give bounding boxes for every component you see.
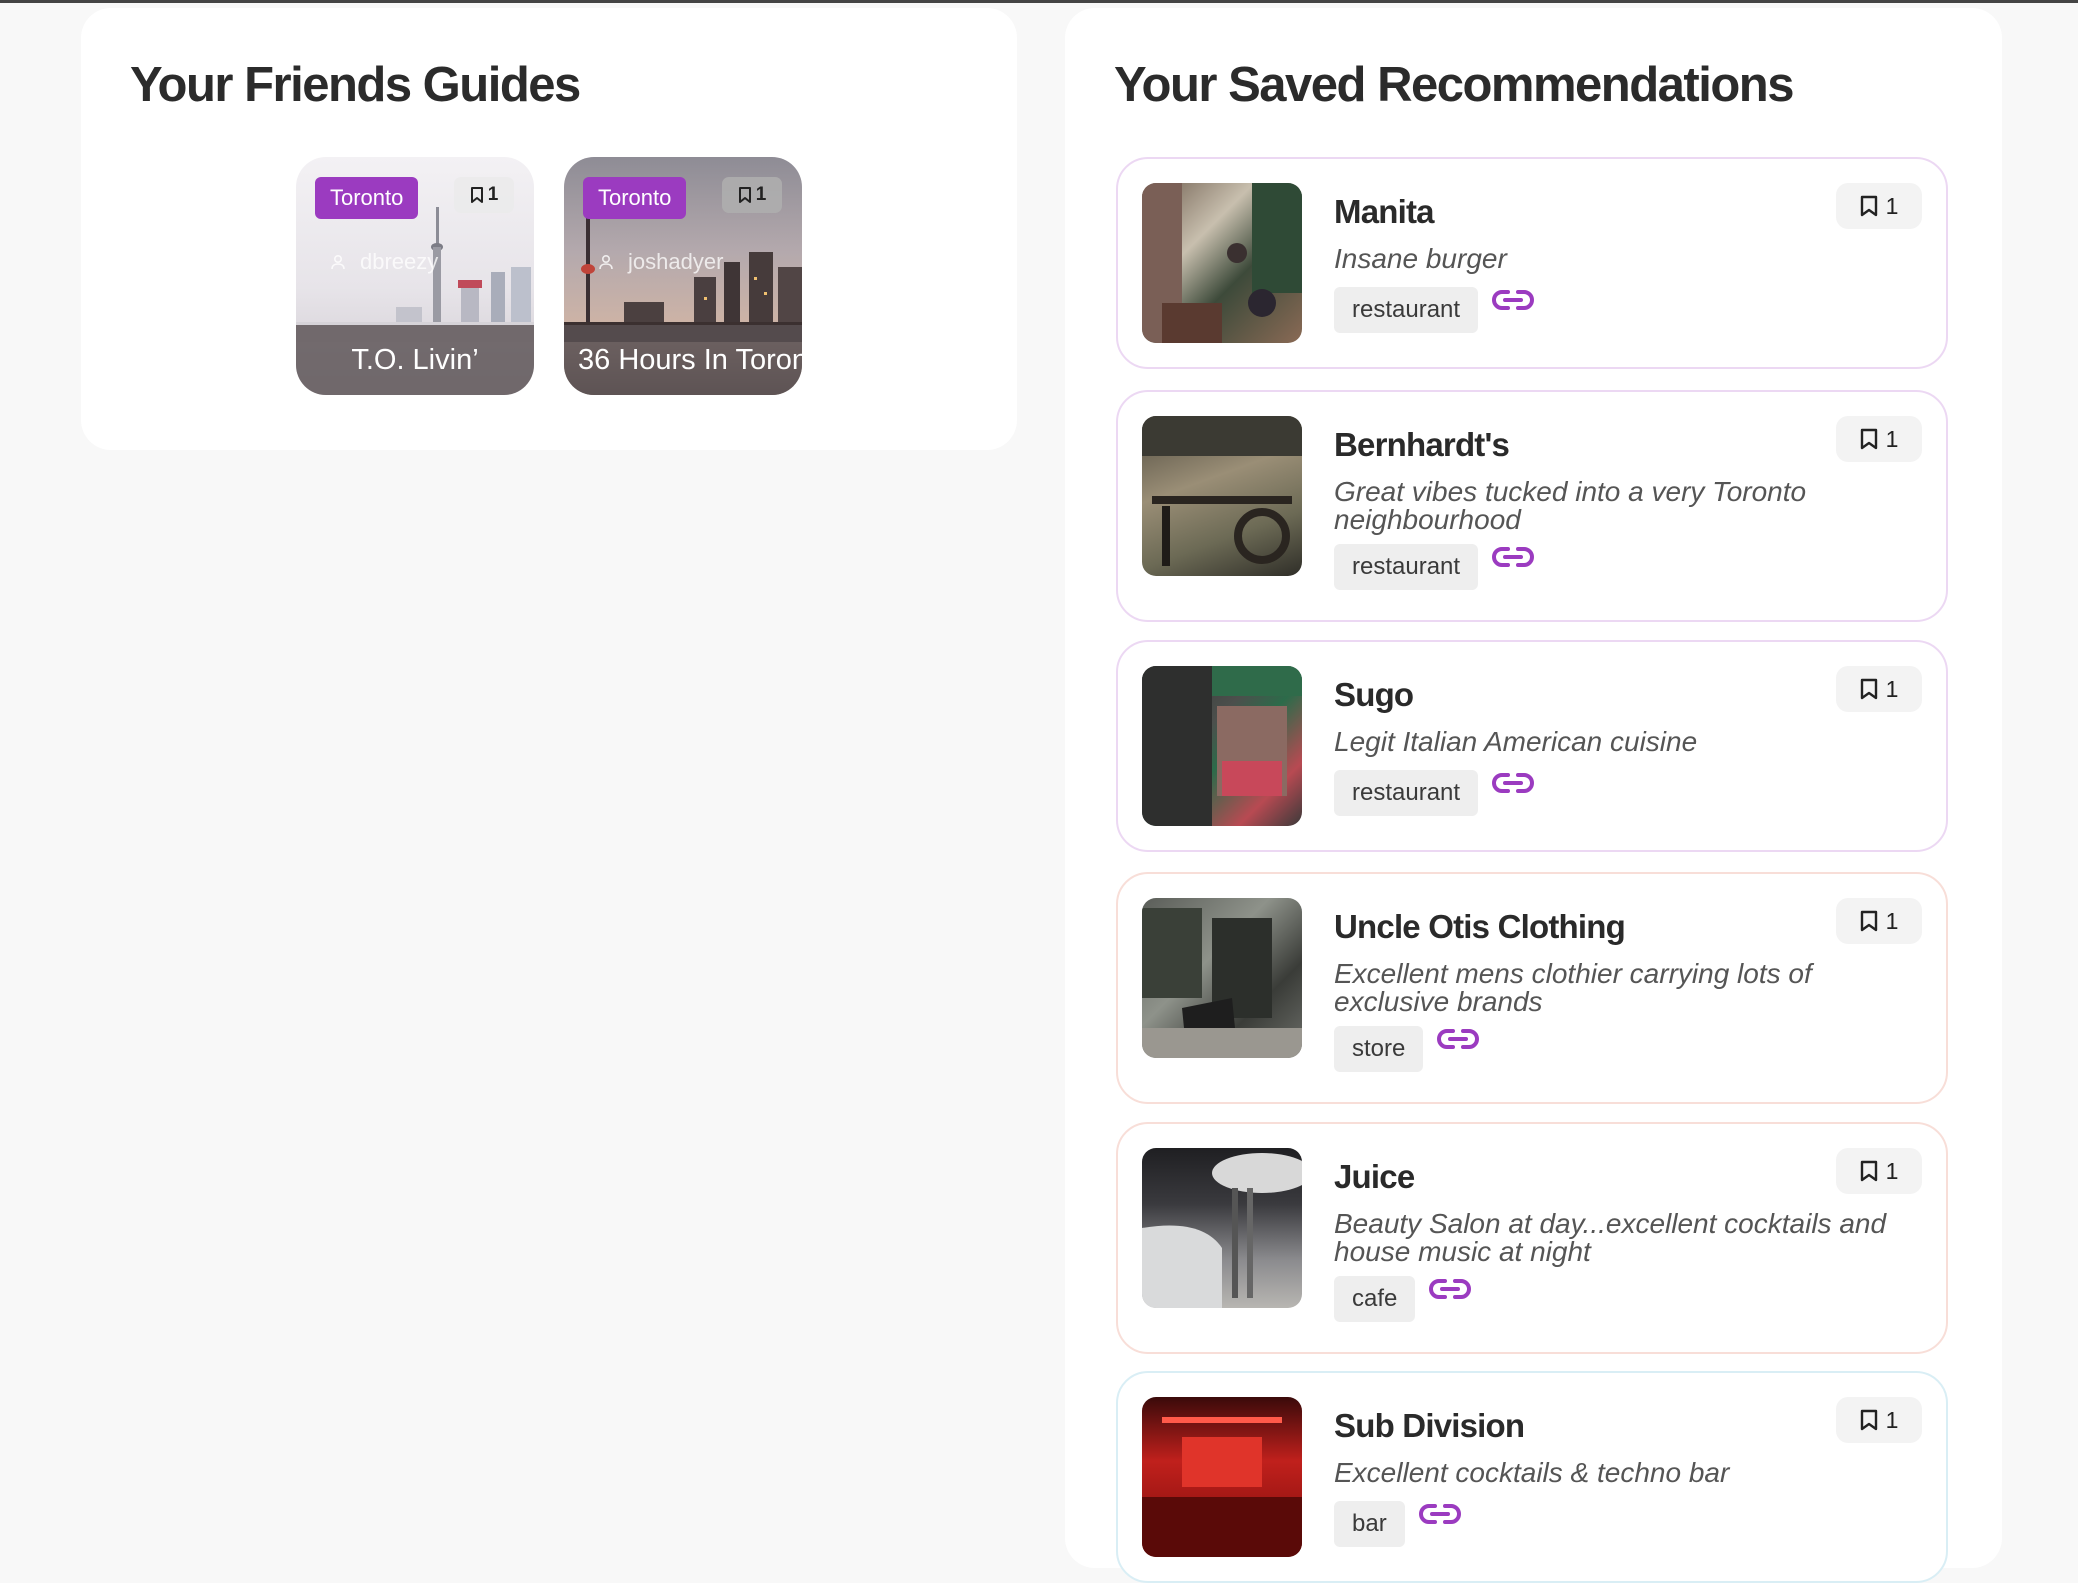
bar-interior-photo-image: [1142, 1417, 1302, 1557]
recommendation-name: Sub Division: [1334, 1407, 1525, 1444]
guide-author-name: dbreezy: [360, 249, 439, 274]
save-count: 1: [1885, 675, 1899, 702]
recommendation-description: Excellent cocktails & techno bar: [1334, 1457, 1730, 1488]
save-count-button[interactable]: 1: [454, 177, 514, 213]
category-tag[interactable]: cafe: [1334, 1276, 1416, 1322]
patio-photo-image: [1142, 416, 1302, 566]
friends-guides-panel: Your Friends Guides Toronto 1 dbreezy T.…: [81, 8, 1017, 450]
save-count-button[interactable]: 1: [1836, 183, 1922, 229]
link-icon[interactable]: [1492, 769, 1534, 797]
bookmark-icon: [1860, 195, 1877, 217]
recommendation-photo: [1142, 183, 1302, 343]
recommendation-photo: [1142, 1148, 1302, 1308]
guide-author-name: joshadyer: [628, 249, 724, 274]
save-count-button[interactable]: 1: [1836, 898, 1922, 944]
recommendation-card[interactable]: Uncle Otis Clothing Excellent mens cloth…: [1116, 872, 1948, 1104]
save-count: 1: [1885, 1157, 1899, 1184]
city-badge[interactable]: Toronto: [315, 177, 419, 219]
recommendation-name: Juice: [1334, 1158, 1415, 1195]
restaurant-photo-image: [1142, 183, 1302, 343]
recommendation-card[interactable]: Bernhardt's Great vibes tucked into a ve…: [1116, 390, 1948, 622]
clothing-store-photo-image: [1142, 908, 1302, 1058]
save-count-button[interactable]: 1: [1836, 1397, 1922, 1443]
city-badge[interactable]: Toronto: [583, 177, 687, 219]
recommendation-photo: [1142, 416, 1302, 576]
link-icon[interactable]: [1437, 1025, 1480, 1053]
bookmark-icon: [1860, 428, 1877, 450]
save-count: 1: [1885, 1406, 1899, 1433]
category-tag[interactable]: restaurant: [1334, 544, 1479, 590]
recommendation-photo: [1142, 898, 1302, 1058]
category-tag[interactable]: restaurant: [1334, 287, 1479, 333]
bookmark-icon: [1860, 678, 1877, 700]
save-count-button[interactable]: 1: [722, 177, 782, 213]
save-count-button[interactable]: 1: [1836, 666, 1922, 712]
link-icon[interactable]: [1492, 286, 1534, 314]
save-count-button[interactable]: 1: [1836, 1148, 1922, 1194]
category-tag[interactable]: bar: [1334, 1501, 1405, 1547]
link-icon[interactable]: [1429, 1275, 1472, 1303]
save-count-button[interactable]: 1: [1836, 416, 1922, 462]
recommendation-card[interactable]: Manita Insane burger restaurant 1: [1116, 157, 1948, 369]
recommendation-card[interactable]: Sugo Legit Italian American cuisine rest…: [1116, 640, 1948, 852]
friends-guides-title: Your Friends Guides: [130, 58, 581, 112]
link-icon[interactable]: [1418, 1500, 1461, 1528]
recommendation-name: Manita: [1334, 193, 1435, 230]
guide-card[interactable]: Toronto 1 dbreezy T.O. Livin’: [296, 157, 534, 395]
recommendation-card[interactable]: Sub Division Excellent cocktails & techn…: [1116, 1371, 1948, 1583]
category-tag[interactable]: restaurant: [1334, 770, 1479, 816]
recommendation-name: Bernhardt's: [1334, 426, 1510, 463]
category-tag[interactable]: store: [1334, 1026, 1424, 1072]
salon-bar-photo-image: [1142, 1153, 1302, 1308]
save-count: 1: [1885, 425, 1899, 452]
recommendation-photo: [1142, 1397, 1302, 1557]
saved-recommendations-panel: Your Saved Recommendations Manita Insane…: [1065, 8, 2002, 1583]
user-icon: [599, 254, 613, 270]
bookmark-icon: [470, 187, 483, 203]
save-count: 1: [1885, 192, 1899, 219]
guide-title: 36 Hours In Toronto: [578, 344, 802, 376]
recommendation-description: Insane burger: [1334, 243, 1507, 274]
guide-title: T.O. Livin’: [351, 344, 479, 376]
recommendation-description: Beauty Salon at day...excellent cocktail…: [1334, 1208, 1887, 1267]
user-icon: [331, 254, 345, 270]
bookmark-icon: [1860, 1160, 1877, 1182]
guide-card[interactable]: Toronto 1 joshadyer 36 Hours In Toronto: [564, 157, 802, 395]
storefront-photo-image: [1142, 666, 1302, 826]
save-count: 1: [1885, 907, 1899, 934]
recommendation-description: Great vibes tucked into a very Toronto n…: [1334, 476, 1807, 535]
saved-recommendations-title: Your Saved Recommendations: [1114, 58, 1794, 112]
recommendation-card[interactable]: Juice Beauty Salon at day...excellent co…: [1116, 1122, 1948, 1354]
bookmark-icon: [738, 187, 751, 203]
recommendation-description: Excellent mens clothier carrying lots of…: [1334, 958, 1812, 1017]
guide-author: joshadyer: [598, 249, 723, 275]
save-count: 1: [487, 184, 499, 205]
bookmark-icon: [1860, 1409, 1877, 1431]
recommendation-description: Legit Italian American cuisine: [1334, 726, 1698, 757]
recommendation-name: Sugo: [1334, 676, 1414, 713]
recommendation-name: Uncle Otis Clothing: [1334, 908, 1626, 945]
guide-author: dbreezy: [330, 249, 438, 275]
link-icon[interactable]: [1492, 543, 1534, 571]
recommendation-photo: [1142, 666, 1302, 826]
bookmark-icon: [1860, 910, 1877, 932]
save-count: 1: [755, 184, 767, 205]
